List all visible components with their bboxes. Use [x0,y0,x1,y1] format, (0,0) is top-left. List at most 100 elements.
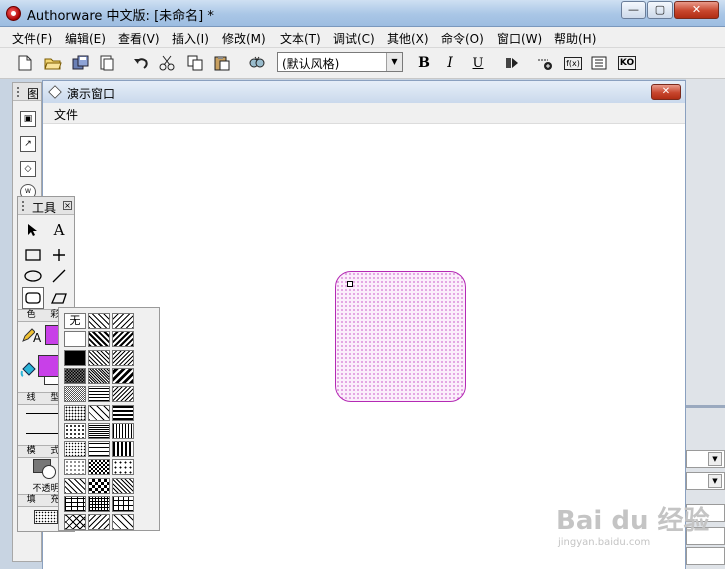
presentation-window-close-button[interactable]: ✕ [651,84,681,100]
title-bar: Authorware 中文版: [未命名] * — ▢ ✕ [0,0,725,27]
fill-pattern-option[interactable] [112,441,134,458]
italic-button[interactable]: I [441,54,459,72]
menu-file[interactable]: 文件(F) [12,30,52,47]
cut-icon[interactable] [158,54,176,72]
polygon-tool-icon[interactable] [48,287,70,309]
fill-pattern-option[interactable] [112,404,134,421]
menu-view[interactable]: 查看(V) [118,30,160,47]
menu-insert[interactable]: 插入(I) [172,30,209,47]
tools-panel-title: 工具 [32,201,57,215]
fill-pattern-option[interactable] [88,386,110,403]
control-panel-icon[interactable] [536,54,554,72]
tools-close-icon[interactable]: × [63,201,72,210]
knowledge-objects-icon[interactable]: KO [617,54,637,72]
fill-pattern-option[interactable] [88,331,110,348]
icon-palette-header[interactable]: 图 [13,83,41,101]
fill-pattern-option[interactable] [64,459,86,476]
menu-text[interactable]: 文本(T) [280,30,321,47]
fill-pattern-option[interactable] [64,349,86,366]
display-icon[interactable]: ▣ [20,111,36,127]
fill-pattern-option[interactable] [64,386,86,403]
fill-pattern-option[interactable] [112,367,134,384]
rectangle-tool-icon[interactable] [22,244,44,266]
paste-icon[interactable] [213,54,231,72]
fill-pattern-option[interactable] [64,367,86,384]
variables-icon[interactable] [590,54,608,72]
find-icon[interactable] [248,54,266,72]
bold-button[interactable]: B [415,54,433,72]
pointer-tool-icon[interactable] [22,219,44,241]
menu-window[interactable]: 窗口(W) [497,30,542,47]
fill-pattern-option[interactable] [112,386,134,403]
maximize-button[interactable]: ▢ [647,1,673,19]
fill-pattern-option[interactable] [112,459,134,476]
fill-pattern-option[interactable] [112,514,134,531]
fill-pattern-option[interactable] [112,349,134,366]
new-icon[interactable] [16,54,34,72]
fill-pattern-option[interactable] [64,441,86,458]
fill-pattern-option[interactable] [112,422,134,439]
run-icon[interactable] [503,54,521,72]
fill-pattern-option[interactable] [112,313,134,329]
fill-pattern-option[interactable] [88,477,110,494]
fill-pattern-option[interactable] [64,404,86,421]
dropdown-arrow-icon[interactable]: ▼ [708,474,722,488]
tools-panel-header[interactable]: 工具 × [18,197,74,215]
menu-edit[interactable]: 编辑(E) [65,30,106,47]
grip-icon[interactable] [21,200,25,212]
fill-pattern-option[interactable] [112,331,134,348]
fill-pattern-none[interactable]: 无 [64,313,86,329]
minimize-button[interactable]: — [621,1,646,19]
functions-icon[interactable]: f(x) [563,54,583,72]
motion-icon[interactable]: ↗ [20,136,36,152]
close-button[interactable]: ✕ [674,1,719,19]
save-all-icon[interactable] [72,54,90,72]
presentation-window-title: 演示窗口 [67,87,116,101]
selection-handle[interactable] [347,281,353,287]
rounded-rectangle-tool-icon[interactable] [22,287,44,309]
underline-button[interactable]: U [469,54,487,72]
erase-icon[interactable]: ◇ [20,161,36,177]
fill-pattern-option[interactable] [88,441,110,458]
right-dropdown[interactable]: ▼ [686,450,725,468]
watermark-logo: Bai du 经验 [556,506,710,536]
grip-icon[interactable] [16,86,20,98]
fill-pattern-option[interactable] [88,349,110,366]
fill-pattern-option[interactable] [112,496,134,512]
straight-line-tool-icon[interactable] [48,244,70,266]
fill-pattern-option[interactable] [64,422,86,439]
text-style-select[interactable]: (默认风格) ▼ [277,52,403,72]
presentation-menu-file[interactable]: 文件 [54,106,78,123]
menu-help[interactable]: 帮助(H) [554,30,596,47]
fill-pattern-option[interactable] [112,477,134,494]
import-icon[interactable] [98,54,116,72]
fill-pattern-option[interactable] [88,404,110,421]
toolbar: (默认风格) ▼ B I U f(x) KO [0,48,725,79]
fill-pattern-option[interactable] [88,422,110,439]
fill-pattern-option[interactable] [64,496,86,512]
menu-commands[interactable]: 命令(O) [441,30,484,47]
fill-pattern-option[interactable] [88,496,110,512]
menu-modify[interactable]: 修改(M) [222,30,266,47]
fill-pattern-option[interactable] [64,477,86,494]
fill-pattern-option[interactable] [88,313,110,329]
dropdown-arrow-icon[interactable]: ▼ [386,53,402,71]
right-dropdown[interactable]: ▼ [686,472,725,490]
fill-pattern-option[interactable] [88,367,110,384]
open-icon[interactable] [44,54,62,72]
fill-pattern-option[interactable] [88,459,110,476]
rounded-rectangle-shape[interactable] [335,271,466,402]
fill-pattern-option[interactable] [64,331,86,348]
fill-pattern-option[interactable] [64,514,86,531]
copy-icon[interactable] [186,54,204,72]
menu-other[interactable]: 其他(X) [387,30,429,47]
fill-pattern-swatch[interactable] [34,510,58,524]
fill-pattern-option[interactable] [88,514,110,531]
mode-circle-icon [42,465,56,479]
menu-debug[interactable]: 调试(C) [333,30,375,47]
text-tool[interactable]: A [48,219,70,241]
dropdown-arrow-icon[interactable]: ▼ [708,452,722,466]
undo-icon[interactable] [132,54,150,72]
ellipse-tool-icon[interactable] [22,265,44,287]
diagonal-line-tool-icon[interactable] [48,265,70,287]
